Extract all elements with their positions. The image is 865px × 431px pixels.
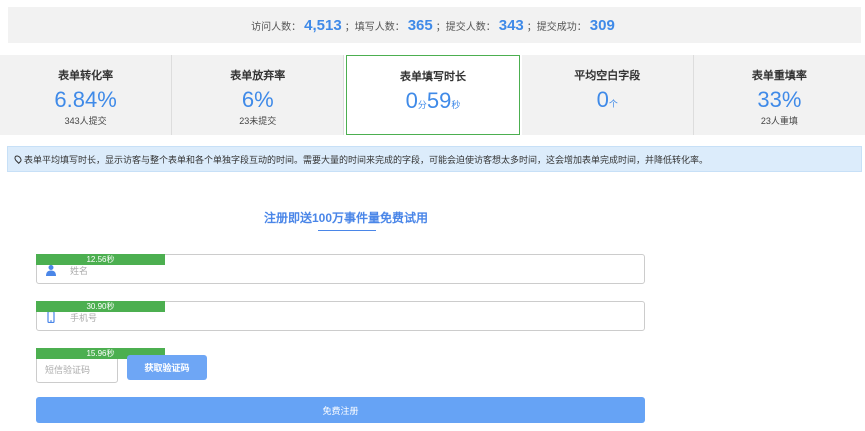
success-label: ；提交成功：: [526, 21, 587, 33]
card-conversion-rate[interactable]: 表单转化率 6.84% 343人提交: [0, 55, 173, 135]
card-fill-duration[interactable]: 表单填写时长 0分59秒: [346, 55, 520, 135]
card-title: 表单填写时长: [400, 71, 466, 83]
get-code-button[interactable]: 获取验证码: [127, 355, 207, 380]
card-value: 6%: [241, 87, 274, 112]
card-sub: 343人提交: [64, 116, 107, 126]
phone-icon: [47, 311, 55, 323]
phone-time-badge: 30.90秒: [36, 301, 165, 312]
phone-placeholder: 手机号: [70, 313, 98, 323]
submit-label: ；提交人数：: [435, 21, 496, 33]
success-count: 309: [589, 16, 615, 34]
fill-label: ；填写人数：: [344, 21, 405, 33]
map-pin-icon: [13, 154, 23, 164]
summary-bar: 访问人数： 4,513 ；填写人数： 365 ；提交人数： 343 ；提交成功：…: [8, 7, 861, 43]
card-avg-blank-fields[interactable]: 平均空白字段 0个: [521, 55, 694, 135]
card-value: 6.84%: [54, 87, 117, 112]
metric-cards: 表单转化率 6.84% 343人提交 表单放弃率 6% 23未提交 表单填写时长…: [0, 55, 865, 135]
blank-value: 0: [596, 87, 609, 112]
name-placeholder: 姓名: [70, 266, 89, 276]
card-value: 0个: [597, 89, 618, 115]
title-underline: [318, 230, 376, 231]
fill-count: 365: [407, 16, 433, 34]
card-abandon-rate[interactable]: 表单放弃率 6% 23未提交: [172, 55, 345, 135]
card-refill-rate[interactable]: 表单重填率 33% 23人重填: [693, 55, 865, 135]
seconds-unit: 秒: [451, 100, 461, 110]
visits-label: 访问人数：: [251, 21, 302, 33]
code-placeholder: 短信验证码: [45, 365, 91, 375]
card-value: 33%: [757, 87, 802, 112]
info-tip: 表单平均填写时长，显示访客与整个表单和各个单独字段互动的时间。需要大量的时间来完…: [7, 146, 862, 172]
form-title: 注册即送100万事件量免费试用: [263, 211, 429, 225]
card-sub: 23人重填: [760, 116, 798, 126]
card-sub: 23未提交: [239, 116, 277, 126]
visits-count: 4,513: [304, 16, 342, 34]
card-title: 表单重填率: [751, 70, 807, 82]
minutes-value: 0: [405, 88, 418, 113]
minutes-unit: 分: [417, 100, 427, 110]
free-register-button[interactable]: 免费注册: [36, 397, 645, 423]
name-time-badge: 12.56秒: [36, 254, 165, 265]
submit-count: 343: [498, 16, 524, 34]
card-title: 表单放弃率: [230, 70, 286, 82]
card-title: 表单转化率: [58, 70, 114, 82]
tip-text: 表单平均填写时长，显示访客与整个表单和各个单独字段互动的时间。需要大量的时间来完…: [24, 154, 709, 165]
user-icon: [46, 265, 56, 276]
card-value: 0分59秒: [406, 90, 461, 116]
card-title: 平均空白字段: [574, 70, 641, 82]
blank-unit: 个: [608, 99, 618, 109]
seconds-value: 59: [426, 88, 452, 113]
